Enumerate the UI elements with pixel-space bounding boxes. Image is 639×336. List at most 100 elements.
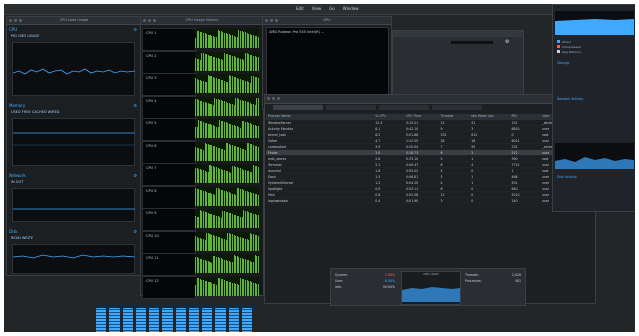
cpu-history-bar bbox=[257, 57, 259, 71]
panel-title: CPU bbox=[9, 27, 18, 32]
panel-stats: PID CMD USAGE bbox=[11, 34, 40, 38]
table-cell: 1 bbox=[471, 156, 474, 161]
cpu-graph bbox=[12, 42, 136, 96]
tab-energy[interactable] bbox=[379, 105, 429, 110]
menu-item-view[interactable]: View bbox=[312, 6, 322, 11]
table-cell: Activity Monitor bbox=[268, 126, 294, 131]
meter-bar bbox=[109, 308, 120, 332]
cpu-core-history bbox=[195, 141, 259, 161]
cpu-core-row: CPU 5 bbox=[142, 118, 260, 141]
cpu-core-row: CPU 4 bbox=[142, 95, 260, 119]
table-cell: 4 bbox=[471, 162, 474, 167]
gpu-usage-bar bbox=[451, 41, 493, 44]
cpu-core-history bbox=[195, 96, 259, 116]
cpu-core-label: CPU 9 bbox=[146, 211, 157, 215]
left-window-titlebar: CPU Load Usage bbox=[7, 17, 141, 25]
table-cell: 0.9 bbox=[375, 186, 381, 191]
table-cell: 501 bbox=[511, 180, 518, 185]
table-row[interactable]: loginwindow 0.4 0:01.90 3 0 140 user bbox=[266, 198, 590, 204]
network-panel: Network ⚙ IN OUT bbox=[9, 173, 139, 223]
legend-item: App Memory bbox=[557, 49, 581, 54]
gear-icon[interactable]: ⚙ bbox=[133, 103, 137, 108]
cpu-core-block: CPU 7 bbox=[142, 163, 196, 186]
cpu-core-row: CPU 12 bbox=[142, 275, 260, 299]
meter-bar bbox=[241, 308, 252, 332]
table-cell: 8810 bbox=[511, 126, 520, 131]
memory-pressure-graph bbox=[555, 11, 634, 35]
column-header[interactable]: Process Name bbox=[266, 114, 373, 120]
table-cell: Dock bbox=[268, 174, 277, 179]
window-title: CPU Load Usage bbox=[59, 18, 89, 22]
table-cell: 5:01.88 bbox=[405, 132, 419, 137]
menu-item-window[interactable]: Window bbox=[343, 6, 359, 11]
cpu-core-block: CPU 9 bbox=[142, 208, 196, 231]
table-cell: 3.0 bbox=[375, 150, 381, 155]
cpu-history-bar bbox=[257, 167, 259, 183]
table-cell: 41 bbox=[471, 120, 476, 125]
tab-memory[interactable] bbox=[326, 105, 376, 110]
gear-icon[interactable]: ⚙ bbox=[133, 229, 137, 234]
column-header[interactable]: PID bbox=[509, 114, 540, 120]
tab-disk[interactable] bbox=[432, 105, 482, 110]
table-cell: coreaudiod bbox=[268, 144, 286, 149]
table-cell: 0 bbox=[471, 168, 474, 173]
cpu-core-label: CPU 6 bbox=[146, 143, 157, 148]
gear-icon[interactable]: ⚙ bbox=[133, 173, 137, 178]
column-header[interactable]: CPU Time bbox=[404, 114, 439, 120]
cpu-core-block: CPU 6 bbox=[142, 140, 196, 164]
cpu-core-history bbox=[195, 209, 259, 228]
zoom-dot-icon[interactable] bbox=[277, 97, 280, 100]
cpu-core-row: CPU 9 bbox=[142, 208, 260, 231]
table-cell: 3 bbox=[440, 198, 443, 203]
table-cell: 4.7 bbox=[375, 138, 381, 143]
cpu-core-block: CPU 5 bbox=[142, 118, 196, 141]
table-cell: 512 bbox=[511, 150, 518, 155]
table-cell: 1.8 bbox=[375, 168, 381, 173]
gear-icon[interactable]: ⚙ bbox=[133, 27, 137, 32]
cpu-core-label: CPU 4 bbox=[146, 98, 157, 103]
cpu-core-label: CPU 2 bbox=[146, 53, 157, 58]
close-dot-icon[interactable] bbox=[267, 97, 270, 100]
column-header[interactable]: % CPU bbox=[373, 114, 404, 120]
table-cell: 7712 bbox=[511, 162, 520, 167]
table-cell: 12.4 bbox=[375, 120, 383, 125]
column-header[interactable]: Idle Wake Ups bbox=[469, 114, 509, 120]
table-cell: 0 bbox=[471, 186, 474, 191]
table-cell: 0:04.20 bbox=[405, 180, 419, 185]
table-cell: 2 bbox=[471, 150, 474, 155]
cpu-core-block: CPU 1 bbox=[142, 28, 196, 51]
cpu-core-label: CPU 3 bbox=[146, 76, 157, 80]
table-cell: 7 bbox=[440, 144, 443, 149]
cpu-history-bar bbox=[257, 98, 259, 116]
table-cell: Terminal bbox=[268, 162, 282, 167]
cpu-history-bar bbox=[257, 77, 259, 93]
menu-item-edit[interactable]: Edit bbox=[296, 6, 304, 11]
table-cell: 6 bbox=[440, 150, 443, 155]
cpu-core-label: CPU 5 bbox=[146, 121, 157, 125]
settings-icon[interactable]: ⚙ bbox=[505, 39, 509, 45]
table-cell: launchd bbox=[268, 168, 281, 173]
menu-bar: Edit View Go Window bbox=[4, 4, 635, 15]
cpu-history-bar bbox=[257, 195, 259, 206]
cpu-core-history bbox=[195, 119, 259, 138]
cpu-core-block: CPU 12 bbox=[142, 275, 196, 299]
menu-item-go[interactable]: Go bbox=[329, 6, 335, 11]
cpu-core-history bbox=[195, 186, 259, 206]
table-cell: loginwindow bbox=[268, 198, 288, 203]
window-title: CPU Usage History bbox=[185, 18, 219, 22]
tab-cpu[interactable] bbox=[273, 105, 323, 110]
window-title: GPU bbox=[323, 18, 331, 22]
column-header[interactable]: Threads bbox=[438, 114, 469, 120]
table-cell: 640 bbox=[511, 186, 518, 191]
cpu-history-bar bbox=[257, 126, 259, 138]
cpu-core-history bbox=[195, 29, 259, 48]
minimize-dot-icon[interactable] bbox=[272, 97, 275, 100]
table-cell: 2.6 bbox=[375, 156, 381, 161]
table-cell: 8 bbox=[440, 162, 443, 167]
table-cell: 55 bbox=[471, 144, 476, 149]
table-cell: 5 bbox=[440, 156, 443, 161]
section-title: Network Activity bbox=[557, 97, 584, 101]
table-cell: SystemUIServer bbox=[268, 180, 294, 185]
cpu-summary-panel: System: 2.88% User: 6.48% Idle: 90.64% CPU … bbox=[330, 268, 526, 306]
meter-bar bbox=[175, 308, 186, 332]
